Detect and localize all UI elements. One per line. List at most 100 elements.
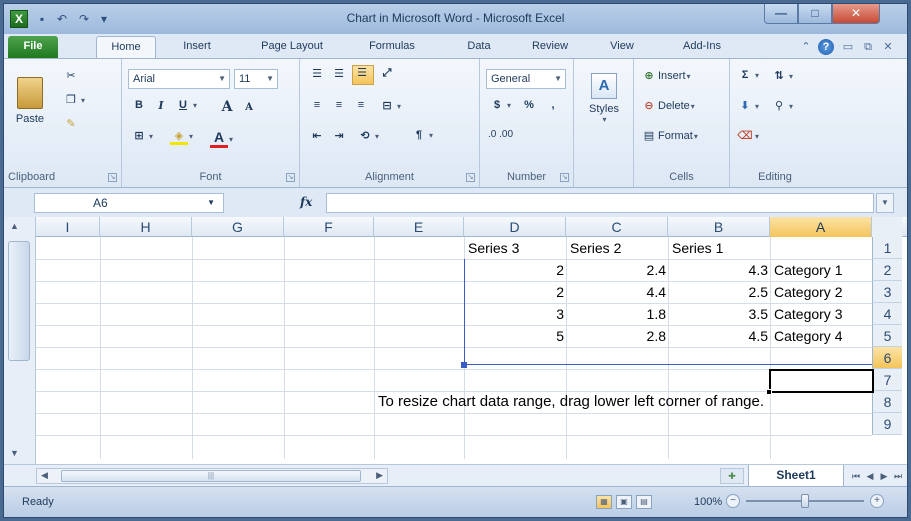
font-size-combo[interactable]: 11 ▼ (234, 69, 278, 89)
column-header-d[interactable]: D (464, 217, 566, 237)
column-header-f[interactable]: F (284, 217, 374, 237)
comma-button[interactable]: , (544, 99, 562, 111)
align-center-button[interactable]: ≡ (330, 99, 348, 111)
column-header-a[interactable]: A (770, 217, 872, 237)
cell-b5[interactable]: 4.5 (668, 325, 770, 347)
decrease-indent-button[interactable]: ⇤ (308, 129, 326, 142)
expand-formula-icon[interactable]: ▼ (876, 193, 894, 213)
cell-a2[interactable]: Category 1 (774, 259, 842, 281)
tab-file[interactable]: File (8, 36, 58, 58)
doc-restore-icon[interactable]: ⧉ (860, 39, 876, 55)
borders-button[interactable]: ⊞ ▾ (130, 129, 153, 142)
tab-review[interactable]: Review (524, 36, 576, 58)
scroll-left-icon[interactable]: ◀ (41, 470, 48, 481)
normal-view-icon[interactable]: ▦ (596, 495, 612, 509)
increase-indent-button[interactable]: ⇥ (330, 129, 348, 142)
zoom-level[interactable]: 100% (694, 496, 722, 508)
row-header-1[interactable]: 1 (872, 237, 902, 259)
horizontal-scrollbar[interactable]: ◀ ||| ▶ (36, 468, 388, 484)
vertical-scroll-thumb[interactable] (8, 241, 30, 361)
prev-sheet-icon[interactable]: ◀ (864, 469, 876, 483)
text-direction-button[interactable]: ⟲ ▾ (356, 129, 379, 142)
next-sheet-icon[interactable]: ▶ (878, 469, 890, 483)
doc-minimize-icon[interactable]: ▭ (840, 39, 856, 55)
format-cells-button[interactable]: ▤ Format▾ (640, 129, 698, 142)
row-header-9[interactable]: 9 (872, 413, 902, 435)
redo-icon[interactable]: ↷ (76, 11, 92, 27)
cell-c4[interactable]: 1.8 (566, 303, 668, 325)
column-header-h[interactable]: H (100, 217, 192, 237)
tab-formulas[interactable]: Formulas (362, 36, 422, 58)
clear-button[interactable]: ⌫ ▾ (736, 129, 759, 142)
delete-cells-button[interactable]: ⊖ Delete▾ (640, 99, 694, 112)
format-painter-button[interactable]: ✎ (62, 117, 80, 130)
percent-button[interactable]: % (520, 99, 538, 111)
column-header-b[interactable]: B (668, 217, 770, 237)
font-color-button[interactable]: A ▾ (210, 129, 233, 148)
bold-button[interactable]: B (130, 99, 148, 111)
excel-logo-icon[interactable]: X (10, 10, 28, 28)
vertical-scrollbar[interactable]: ▲ ▼ (4, 217, 36, 464)
cell-b1[interactable]: Series 1 (672, 237, 723, 259)
range-resize-handle[interactable] (461, 362, 467, 368)
zoom-in-icon[interactable]: + (870, 494, 884, 508)
row-header-5[interactable]: 5 (872, 325, 902, 347)
last-sheet-icon[interactable]: ⏭ (892, 469, 904, 483)
horizontal-scroll-thumb[interactable]: ||| (61, 470, 361, 482)
insert-cells-button[interactable]: ⊕ Insert▾ (640, 69, 690, 82)
scroll-down-icon[interactable]: ▼ (10, 448, 19, 458)
cell-a3[interactable]: Category 2 (774, 281, 842, 303)
scroll-up-icon[interactable]: ▲ (10, 221, 19, 231)
cell-a5[interactable]: Category 4 (774, 325, 842, 347)
cell-c5[interactable]: 2.8 (566, 325, 668, 347)
align-bottom-button[interactable]: ☰ (352, 65, 374, 85)
active-cell-a6[interactable] (769, 369, 874, 393)
tab-home[interactable]: Home (96, 36, 156, 58)
cell-c3[interactable]: 4.4 (566, 281, 668, 303)
align-middle-button[interactable]: ☰ (330, 67, 348, 80)
orientation-button[interactable]: ⤢ (378, 67, 396, 80)
insert-sheet-icon[interactable]: ✚ (720, 468, 744, 484)
cut-button[interactable]: ✂ (62, 69, 80, 82)
paste-button[interactable]: Paste (14, 77, 46, 135)
formula-input[interactable] (326, 193, 874, 213)
worksheet-grid[interactable]: I H G F E D C B A 1 2 3 4 5 6 7 8 9 Seri… (4, 217, 907, 464)
copy-button[interactable]: ❐ ▾ (62, 93, 85, 106)
zoom-out-icon[interactable]: − (726, 494, 740, 508)
row-header-8[interactable]: 8 (872, 391, 902, 413)
close-button[interactable]: ✕ (832, 4, 880, 24)
cell-c1[interactable]: Series 2 (570, 237, 621, 259)
fill-handle[interactable] (766, 389, 772, 395)
column-header-c[interactable]: C (566, 217, 668, 237)
tab-page-layout[interactable]: Page Layout (254, 36, 330, 58)
cell-d2[interactable]: 2 (464, 259, 566, 281)
tab-add-ins[interactable]: Add-Ins (674, 36, 730, 58)
sheet-tab-sheet1[interactable]: Sheet1 (748, 465, 844, 487)
column-header-e[interactable]: E (374, 217, 464, 237)
font-launcher-icon[interactable]: ↘ (286, 173, 295, 182)
insert-function-icon[interactable]: fx (300, 195, 312, 209)
column-header-i[interactable]: I (36, 217, 100, 237)
number-launcher-icon[interactable]: ↘ (560, 173, 569, 182)
cell-d1[interactable]: Series 3 (468, 237, 519, 259)
italic-button[interactable]: I (152, 99, 170, 112)
number-format-combo[interactable]: General ▼ (486, 69, 566, 89)
shrink-font-button[interactable]: A (240, 101, 258, 113)
name-box[interactable]: A6 ▼ (34, 193, 224, 213)
row-header-7[interactable]: 7 (872, 369, 902, 391)
tab-insert[interactable]: Insert (172, 36, 222, 58)
save-icon[interactable]: ▪ (34, 11, 50, 27)
align-left-button[interactable]: ≡ (308, 99, 326, 111)
row-header-2[interactable]: 2 (872, 259, 902, 281)
undo-icon[interactable]: ↶ (54, 11, 70, 27)
cell-b2[interactable]: 4.3 (668, 259, 770, 281)
decimal-buttons[interactable]: .0 .00 (488, 129, 513, 140)
maximize-button[interactable]: □ (798, 4, 832, 24)
underline-button[interactable]: U ▾ (174, 99, 197, 111)
sort-filter-button[interactable]: ⇅ ▾ (770, 69, 793, 82)
font-name-combo[interactable]: Arial ▼ (128, 69, 230, 89)
currency-button[interactable]: $ ▾ (488, 99, 511, 111)
row-header-6[interactable]: 6 (872, 347, 902, 369)
styles-button[interactable]: A Styles ▾ (584, 73, 624, 124)
row-header-3[interactable]: 3 (872, 281, 902, 303)
